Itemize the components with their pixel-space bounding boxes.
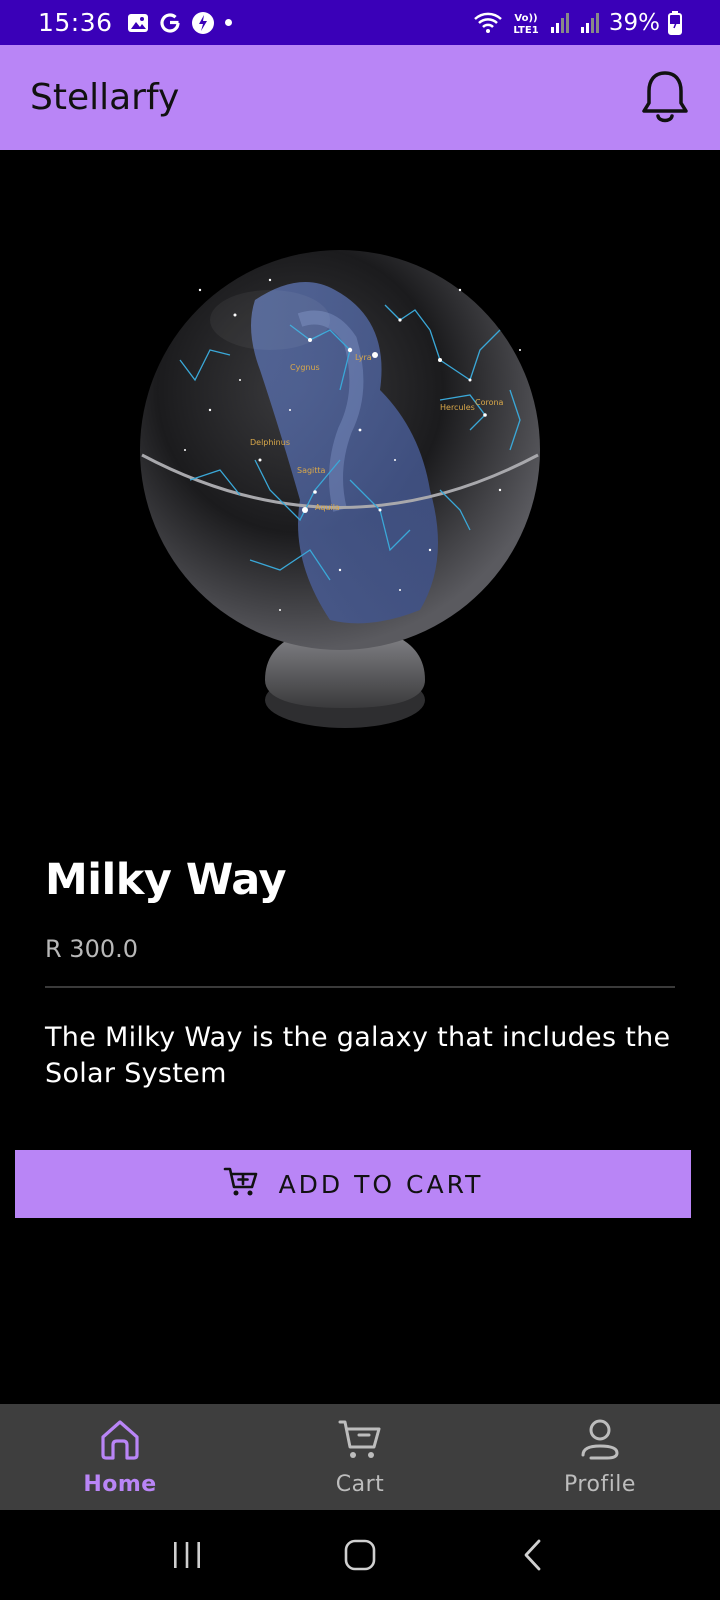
- nav-label-home: Home: [83, 1472, 157, 1497]
- back-button[interactable]: [503, 1525, 563, 1585]
- system-navigation: [0, 1510, 720, 1600]
- svg-text:Vo)): Vo)): [514, 13, 537, 24]
- power-saving-icon: [191, 11, 215, 35]
- svg-text:LTE1: LTE1: [513, 25, 538, 36]
- wifi-icon: [473, 11, 503, 35]
- svg-text:Aquila: Aquila: [315, 503, 340, 512]
- lte-icon: Vo)) LTE1: [511, 10, 541, 36]
- status-bar: 15:36 Vo)) LTE1 39%: [0, 0, 720, 45]
- gallery-icon: [127, 13, 149, 33]
- svg-text:Corona: Corona: [475, 398, 504, 407]
- product-description: The Milky Way is the galaxy that include…: [45, 1022, 671, 1089]
- app-bar: Stellarfy: [0, 45, 720, 150]
- product-price: R 300.0: [45, 935, 139, 963]
- notification-icons: [127, 11, 232, 35]
- status-right: Vo)) LTE1 39%: [473, 10, 682, 36]
- add-to-cart-label: ADD TO CART: [278, 1169, 484, 1199]
- status-time: 15:36: [38, 8, 113, 37]
- nav-item-cart[interactable]: Cart: [240, 1404, 480, 1510]
- bell-icon[interactable]: [640, 68, 690, 128]
- product-details: Milky Way R 300.0: [45, 855, 675, 963]
- svg-text:Cygnus: Cygnus: [290, 363, 320, 372]
- nav-label-profile: Profile: [564, 1472, 636, 1497]
- star-globe-image: Cygnus Lyra Hercules Delphinus Sagitta A…: [140, 250, 540, 728]
- app-title: Stellarfy: [30, 77, 180, 118]
- signal-1-icon: [549, 12, 571, 34]
- home-icon: [97, 1417, 143, 1468]
- add-to-cart-button[interactable]: ADD TO CART: [15, 1150, 691, 1218]
- google-icon: [159, 12, 181, 34]
- battery-icon: [668, 10, 682, 35]
- nav-item-profile[interactable]: Profile: [480, 1404, 720, 1510]
- nav-label-cart: Cart: [335, 1472, 385, 1497]
- divider: [45, 986, 675, 988]
- svg-text:Hercules: Hercules: [440, 403, 475, 412]
- signal-2-icon: [579, 12, 601, 34]
- svg-text:Delphinus: Delphinus: [250, 438, 290, 447]
- recent-apps-button[interactable]: [157, 1525, 217, 1585]
- product-image: Cygnus Lyra Hercules Delphinus Sagitta A…: [0, 150, 720, 810]
- svg-text:Lyra: Lyra: [355, 353, 372, 362]
- home-button[interactable]: [330, 1525, 390, 1585]
- more-notifications-dot: [224, 19, 232, 26]
- svg-text:Sagitta: Sagitta: [297, 466, 326, 475]
- product-name: Milky Way: [45, 855, 287, 905]
- cart-plus-icon: [223, 1166, 259, 1203]
- cart-icon: [337, 1417, 383, 1468]
- battery-percent: 39%: [608, 9, 660, 36]
- profile-icon: [577, 1417, 623, 1468]
- nav-item-home[interactable]: Home: [0, 1404, 240, 1510]
- bottom-navigation: Home Cart Profile: [0, 1404, 720, 1510]
